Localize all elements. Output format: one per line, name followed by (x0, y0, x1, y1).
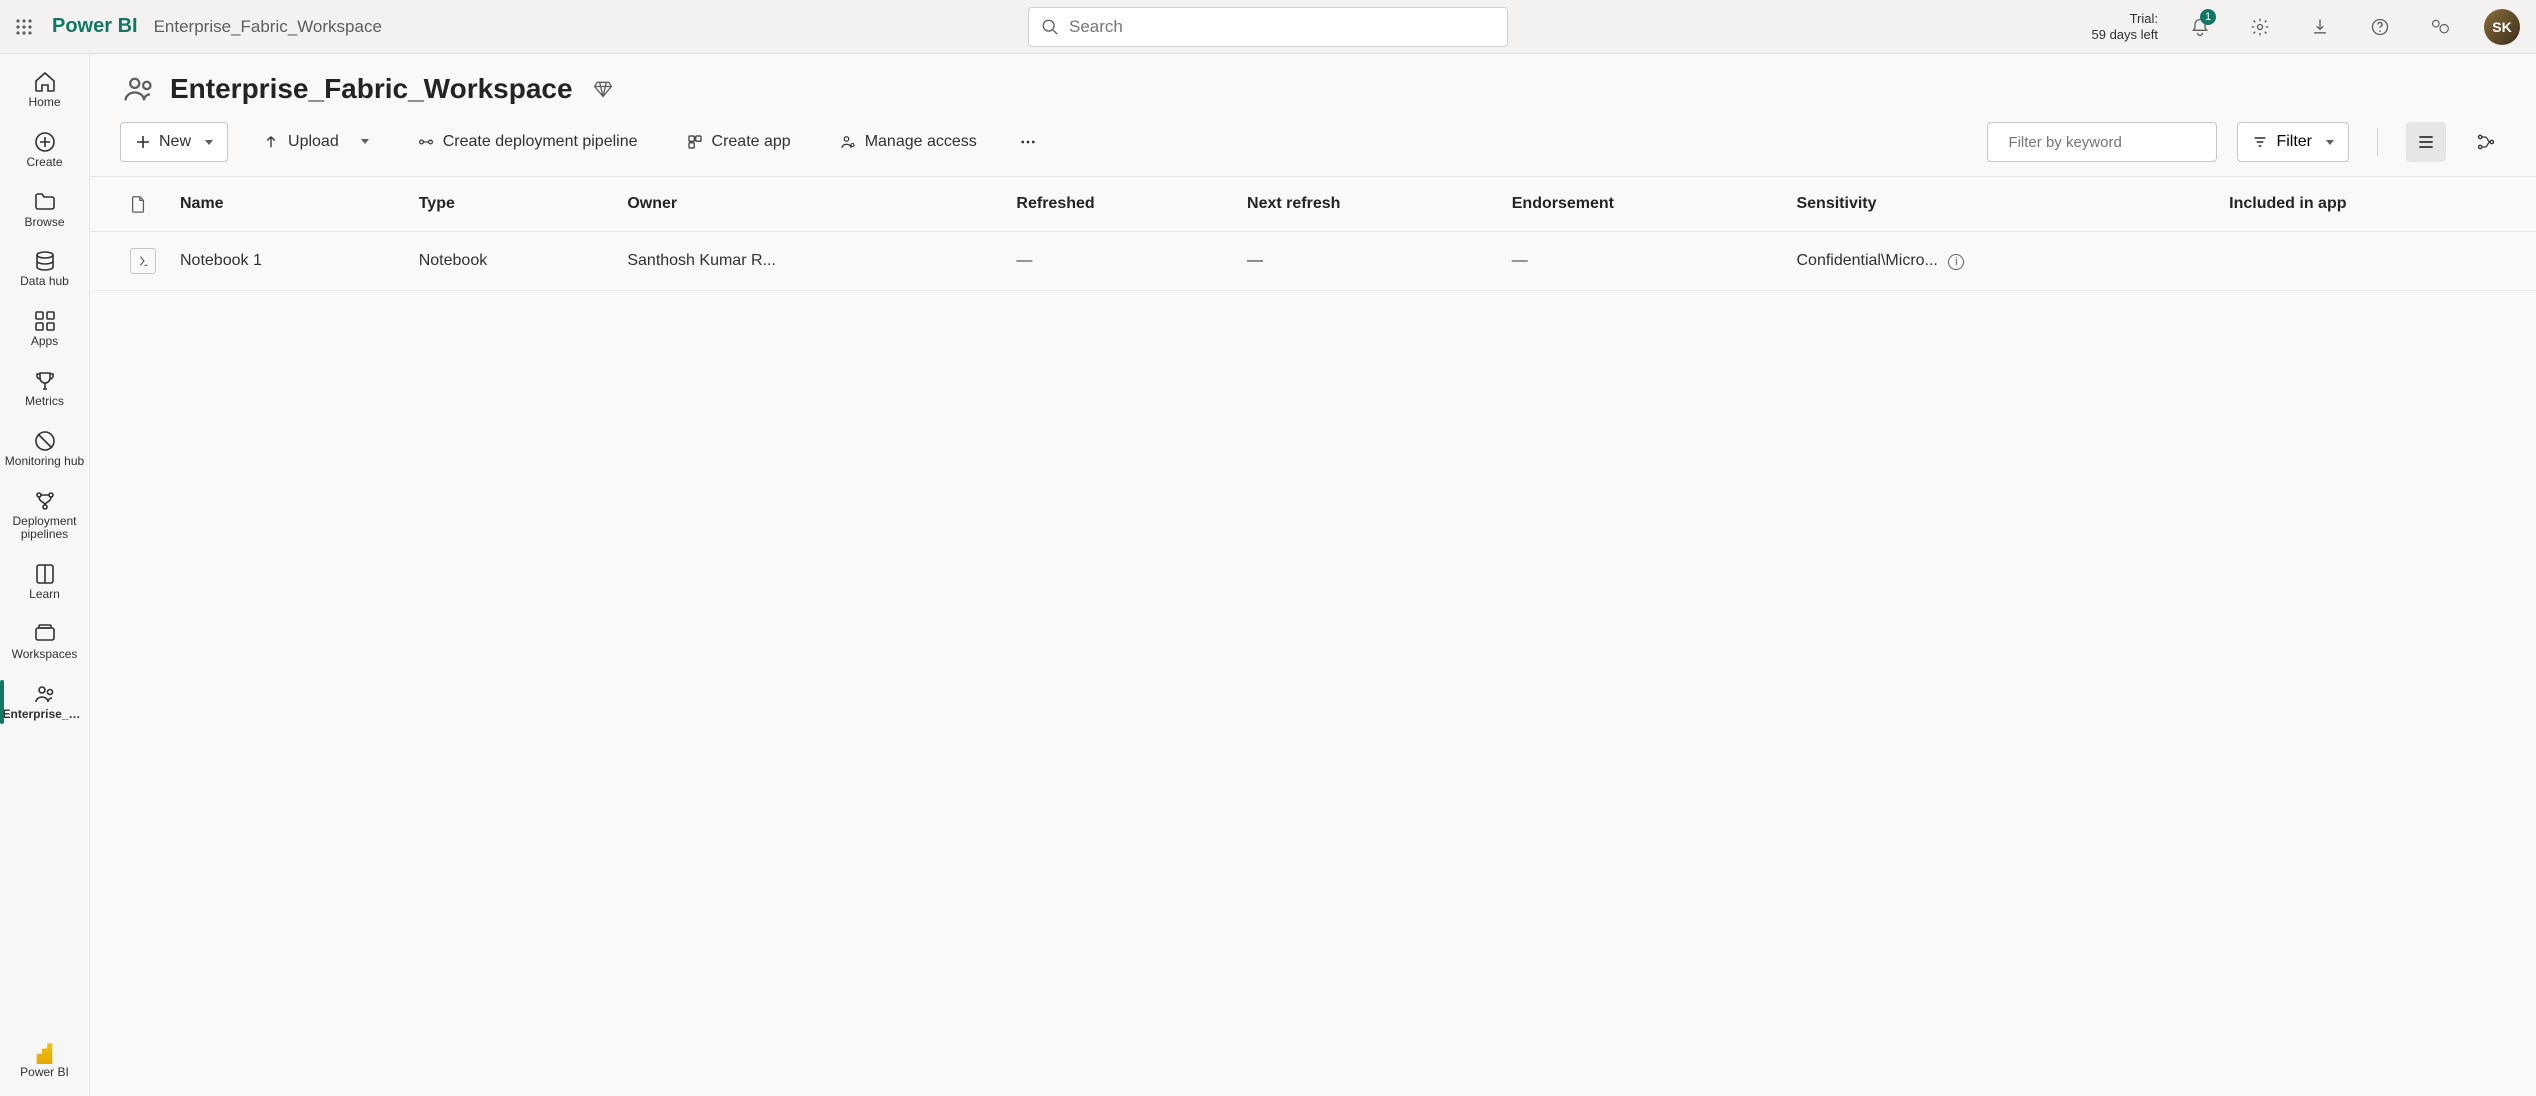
home-icon (33, 70, 57, 94)
col-endorsement[interactable]: Endorsement (1500, 177, 1785, 232)
cell-name[interactable]: Notebook 1 (168, 232, 407, 291)
access-icon (839, 133, 857, 151)
filter-keyword-box[interactable] (1987, 122, 2217, 162)
trial-label: Trial: (2092, 11, 2159, 27)
col-included[interactable]: Included in app (2217, 177, 2536, 232)
workspace-people-icon (122, 72, 156, 106)
search-icon (1041, 18, 1059, 36)
app-launcher-icon[interactable] (8, 11, 40, 43)
notifications-button[interactable]: 1 (2176, 3, 2224, 51)
breadcrumb[interactable]: Enterprise_Fabric_Workspace (154, 17, 382, 37)
top-header: Power BI Enterprise_Fabric_Workspace Tri… (0, 0, 2536, 54)
toolbar-separator (2377, 128, 2378, 156)
download-icon (2310, 17, 2330, 37)
col-owner[interactable]: Owner (615, 177, 1004, 232)
search-box[interactable] (1028, 7, 1508, 47)
workspace-toolbar: New Upload Create deployment pipeline Cr… (90, 114, 2536, 176)
cell-owner: Santhosh Kumar R... (615, 232, 1004, 291)
search-input[interactable] (1069, 17, 1495, 37)
col-refreshed[interactable]: Refreshed (1004, 177, 1235, 232)
items-table-container: Name Type Owner Refreshed Next refresh E… (90, 176, 2536, 1096)
manage-access-button[interactable]: Manage access (825, 122, 991, 162)
book-icon (33, 562, 57, 586)
notebook-item-icon (130, 248, 156, 274)
pipeline-icon (33, 489, 57, 513)
create-app-button[interactable]: Create app (672, 122, 805, 162)
workspaces-icon (33, 622, 57, 646)
nav-browse[interactable]: Browse (0, 180, 89, 240)
cell-type: Notebook (407, 232, 616, 291)
col-icon[interactable] (90, 177, 168, 232)
list-icon (2416, 132, 2436, 152)
file-icon (130, 195, 146, 213)
filter-button[interactable]: Filter (2237, 122, 2349, 162)
folder-icon (33, 190, 57, 214)
table-row[interactable]: Notebook 1 Notebook Santhosh Kumar R... … (90, 232, 2536, 291)
nav-metrics[interactable]: Metrics (0, 359, 89, 419)
new-button[interactable]: New (120, 122, 228, 162)
help-icon (2370, 17, 2390, 37)
monitor-icon (33, 429, 57, 453)
nav-apps[interactable]: Apps (0, 299, 89, 359)
download-button[interactable] (2296, 3, 2344, 51)
cell-next-refresh: — (1235, 232, 1500, 291)
cell-icon (90, 232, 168, 291)
plus-icon (135, 134, 151, 150)
settings-button[interactable] (2236, 3, 2284, 51)
list-view-button[interactable] (2406, 122, 2446, 162)
upload-icon (262, 133, 280, 151)
people-icon (33, 682, 57, 706)
smiley-icon (2430, 17, 2450, 37)
nav-monitoring-hub[interactable]: Monitoring hub (0, 419, 89, 479)
create-pipeline-button[interactable]: Create deployment pipeline (403, 122, 652, 162)
ellipsis-icon (1019, 133, 1037, 151)
cell-refreshed: — (1004, 232, 1235, 291)
notification-badge: 1 (2200, 9, 2216, 25)
premium-diamond-icon[interactable] (593, 79, 613, 99)
nav-data-hub[interactable]: Data hub (0, 239, 89, 299)
pipeline-toolbar-icon (417, 133, 435, 151)
lineage-view-button[interactable] (2466, 122, 2506, 162)
col-type[interactable]: Type (407, 177, 616, 232)
nav-powerbi[interactable]: Power BI (0, 1028, 89, 1090)
col-sensitivity[interactable]: Sensitivity (1784, 177, 2217, 232)
nav-deployment-pipelines[interactable]: Deployment pipelines (0, 479, 89, 553)
apps-icon (33, 309, 57, 333)
brand-label[interactable]: Power BI (52, 15, 138, 38)
page-title: Enterprise_Fabric_Workspace (170, 73, 573, 105)
col-next-refresh[interactable]: Next refresh (1235, 177, 1500, 232)
trophy-icon (33, 369, 57, 393)
plus-circle-icon (33, 130, 57, 154)
global-search (1028, 7, 1508, 47)
workspace-page: Enterprise_Fabric_Workspace New Upload C… (90, 54, 2536, 1096)
database-icon (33, 249, 57, 273)
gear-icon (2250, 17, 2270, 37)
nav-learn[interactable]: Learn (0, 552, 89, 612)
filter-icon (2252, 134, 2268, 150)
trial-remaining: 59 days left (2092, 27, 2159, 43)
lineage-icon (2476, 132, 2496, 152)
nav-create[interactable]: Create (0, 120, 89, 180)
trial-status[interactable]: Trial: 59 days left (2092, 11, 2159, 42)
nav-home[interactable]: Home (0, 60, 89, 120)
cell-included (2217, 232, 2536, 291)
help-button[interactable] (2356, 3, 2404, 51)
items-table: Name Type Owner Refreshed Next refresh E… (90, 177, 2536, 291)
more-actions-button[interactable] (1011, 122, 1045, 162)
nav-workspaces[interactable]: Workspaces (0, 612, 89, 672)
cell-sensitivity: Confidential\Micro... i (1784, 232, 2217, 291)
filter-keyword-input[interactable] (2008, 134, 2207, 151)
page-header: Enterprise_Fabric_Workspace (90, 54, 2536, 114)
feedback-button[interactable] (2416, 3, 2464, 51)
table-header-row: Name Type Owner Refreshed Next refresh E… (90, 177, 2536, 232)
col-name[interactable]: Name (168, 177, 407, 232)
nav-current-workspace[interactable]: Enterprise_Fabric_Wor... (0, 672, 89, 732)
left-nav: Home Create Browse Data hub Apps Metrics… (0, 54, 90, 1096)
app-icon (686, 133, 704, 151)
avatar[interactable]: SK (2484, 9, 2520, 45)
info-icon[interactable]: i (1948, 254, 1964, 270)
powerbi-icon (32, 1038, 58, 1064)
upload-button[interactable]: Upload (248, 122, 383, 162)
cell-endorsement: — (1500, 232, 1785, 291)
